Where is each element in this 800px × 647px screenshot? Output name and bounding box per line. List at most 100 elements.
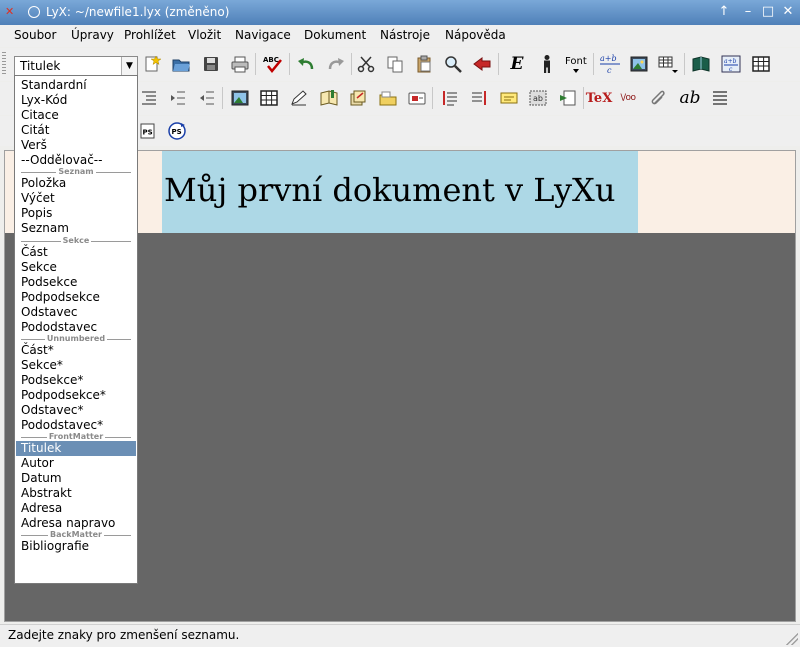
back-arrow-icon[interactable]: [471, 53, 493, 75]
status-bar: Zadejte znaky pro zmenšení seznamu.: [0, 624, 800, 647]
insert-note-icon[interactable]: [288, 87, 310, 109]
insert-citation-icon[interactable]: [377, 87, 399, 109]
dropdown-item[interactable]: Adresa: [16, 501, 136, 516]
list-icon[interactable]: [138, 87, 160, 109]
insert-float-icon[interactable]: [439, 87, 461, 109]
insert-label-icon[interactable]: [318, 87, 340, 109]
menu-vlozit[interactable]: Vložit: [188, 28, 221, 42]
emphasis-icon[interactable]: E: [506, 53, 528, 75]
insert-graphics-icon[interactable]: [628, 53, 650, 75]
size-grip[interactable]: [786, 633, 798, 645]
maximize-button[interactable]: □: [760, 4, 776, 20]
dropdown-item[interactable]: Podpodsekce: [16, 290, 136, 305]
insert-index-icon[interactable]: [406, 87, 428, 109]
indent-more-icon[interactable]: [167, 87, 189, 109]
insert-footnote-icon[interactable]: [468, 87, 490, 109]
math-bottom-text: c: [607, 66, 612, 75]
insert-reference-icon[interactable]: [347, 87, 369, 109]
dropdown-item[interactable]: Část: [16, 245, 136, 260]
insert-marginal-note-icon[interactable]: [498, 87, 520, 109]
menu-upravy[interactable]: Úpravy: [71, 28, 114, 42]
attach-icon[interactable]: [647, 87, 669, 109]
dropdown-item[interactable]: Citace: [16, 108, 136, 123]
update-ps-text: PS: [172, 128, 182, 136]
dropdown-item[interactable]: Seznam: [16, 221, 136, 236]
dropdown-item[interactable]: Standardní: [16, 78, 136, 93]
open-folder-icon[interactable]: [170, 53, 192, 75]
print-icon[interactable]: [229, 53, 251, 75]
dropdown-item[interactable]: Sekce*: [16, 358, 136, 373]
paragraph-layout-combo[interactable]: Titulek ▼: [14, 56, 138, 76]
insert-tex-icon[interactable]: TeX: [586, 87, 613, 109]
dropdown-item[interactable]: Verš: [16, 138, 136, 153]
lyx-app-icon: ✕: [5, 5, 15, 18]
dropdown-item[interactable]: Abstrakt: [16, 486, 136, 501]
dropdown-item[interactable]: Odstavec*: [16, 403, 136, 418]
menu-nastroje[interactable]: Nástroje: [380, 28, 430, 42]
table-of-contents-icon[interactable]: [690, 53, 712, 75]
toolbar-separator: [289, 53, 290, 75]
dropdown-item[interactable]: Odstavec: [16, 305, 136, 320]
dropdown-item[interactable]: Autor: [16, 456, 136, 471]
dropdown-item[interactable]: Popis: [16, 206, 136, 221]
insert-box-icon[interactable]: [557, 87, 579, 109]
insert-url-icon[interactable]: \/oo: [617, 87, 639, 109]
dropdown-item[interactable]: Výčet: [16, 191, 136, 206]
title-paragraph[interactable]: Můj první dokument v LyXu: [162, 151, 638, 233]
insert-comment-icon[interactable]: ab: [527, 87, 549, 109]
update-ps-icon[interactable]: PS: [166, 120, 188, 142]
dropdown-item[interactable]: Podsekce*: [16, 373, 136, 388]
dropdown-item[interactable]: Sekce: [16, 260, 136, 275]
spellcheck-icon[interactable]: ABC: [262, 53, 284, 75]
math-top-text: a+b: [600, 54, 617, 63]
dropdown-item[interactable]: Pododstavec*: [16, 418, 136, 433]
dropdown-item[interactable]: Bibliografie: [16, 539, 136, 554]
noun-person-icon[interactable]: [536, 53, 558, 75]
menu-soubor[interactable]: Soubor: [14, 28, 56, 42]
window-title: LyX: ~/newfile1.lyx (změněno): [46, 5, 230, 19]
dropdown-item[interactable]: Adresa napravo: [16, 516, 136, 531]
dropdown-item[interactable]: --Oddělovač--: [16, 153, 136, 168]
toolbar-grip[interactable]: [2, 52, 6, 76]
help-up-icon[interactable]: ↑: [716, 4, 732, 20]
dropdown-item-selected[interactable]: Titulek: [16, 441, 136, 456]
chevron-down-icon[interactable]: ▼: [121, 57, 137, 75]
justify-icon[interactable]: [709, 87, 731, 109]
window-menu-icon[interactable]: [28, 6, 40, 18]
dropdown-item[interactable]: Podsekce: [16, 275, 136, 290]
menu-dokument[interactable]: Dokument: [304, 28, 366, 42]
indent-less-icon[interactable]: [196, 87, 218, 109]
table-grid-icon[interactable]: [750, 53, 772, 75]
dropdown-item[interactable]: Podpodsekce*: [16, 388, 136, 403]
font-icon[interactable]: Font: [564, 51, 590, 77]
dropdown-item[interactable]: Část*: [16, 343, 136, 358]
cut-icon[interactable]: [355, 53, 377, 75]
undo-icon[interactable]: [295, 53, 317, 75]
insert-table-menu-icon[interactable]: [657, 53, 679, 75]
paste-icon[interactable]: [413, 53, 435, 75]
copy-icon[interactable]: [384, 53, 406, 75]
typewriter-icon[interactable]: ab: [679, 87, 701, 109]
dropdown-item[interactable]: Pododstavec: [16, 320, 136, 335]
view-ps-icon[interactable]: PS: [137, 120, 159, 142]
find-replace-icon[interactable]: [442, 53, 464, 75]
ps-text: PS: [143, 129, 153, 137]
math-icon[interactable]: a+b c: [598, 51, 622, 77]
dropdown-item[interactable]: Citát: [16, 123, 136, 138]
dropdown-item[interactable]: Položka: [16, 176, 136, 191]
insert-table-icon[interactable]: [258, 87, 280, 109]
dropdown-item[interactable]: Datum: [16, 471, 136, 486]
save-icon[interactable]: [200, 53, 222, 75]
toolbar-separator: [432, 87, 433, 109]
minimize-button[interactable]: –: [740, 4, 756, 20]
dropdown-item[interactable]: Lyx-Kód: [16, 93, 136, 108]
new-document-icon[interactable]: [141, 53, 163, 75]
menu-navigace[interactable]: Navigace: [235, 28, 291, 42]
close-button[interactable]: ✕: [780, 4, 796, 20]
menu-prohlizet[interactable]: Prohlížet: [124, 28, 176, 42]
math-panel-icon[interactable]: a+b c: [720, 53, 742, 75]
redo-icon[interactable]: [325, 53, 347, 75]
toolbar-separator: [222, 87, 223, 109]
insert-image-icon[interactable]: [229, 87, 251, 109]
menu-napoveda[interactable]: Nápověda: [445, 28, 506, 42]
